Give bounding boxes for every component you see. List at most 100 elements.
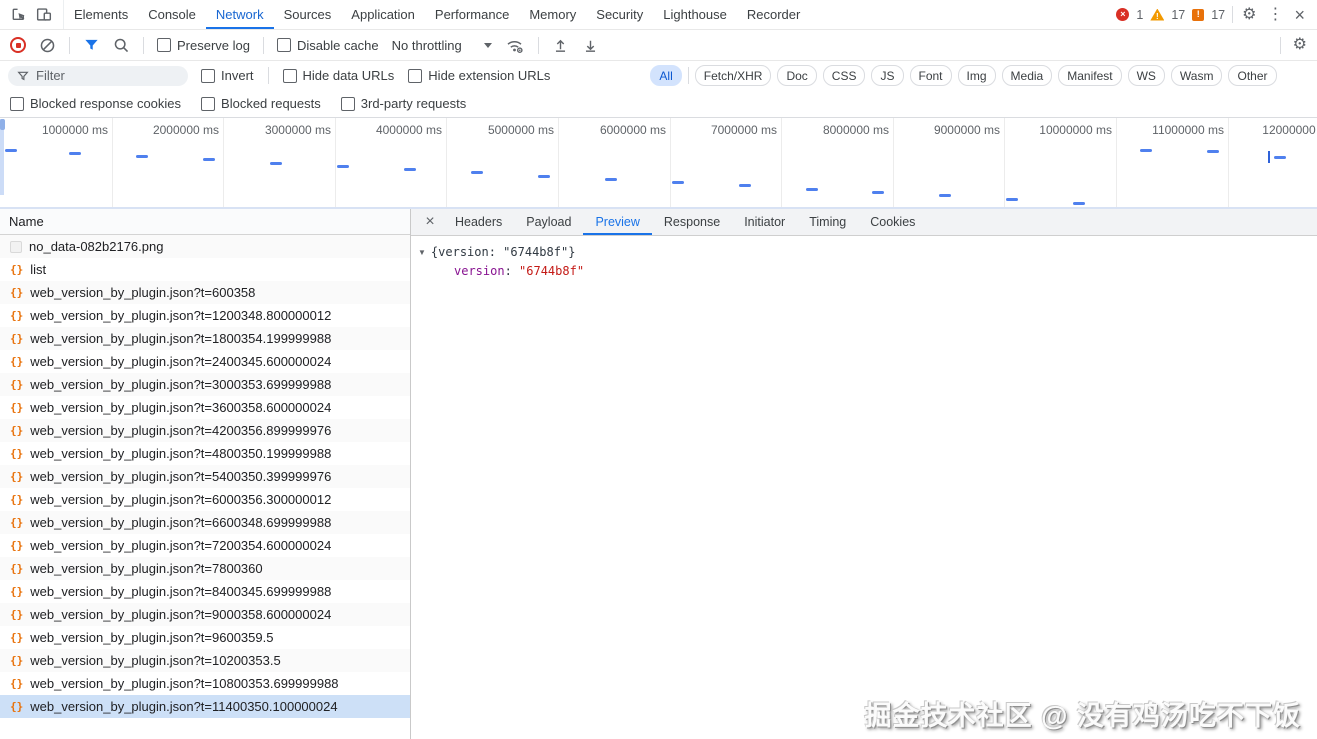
filter-chip-css[interactable]: CSS xyxy=(822,65,866,86)
tab-recorder[interactable]: Recorder xyxy=(737,0,810,29)
request-row[interactable]: {} web_version_by_plugin.json?t=6600348.6… xyxy=(0,511,410,534)
filter-chip-media[interactable]: Media xyxy=(1001,65,1053,86)
filter-chip-manifest[interactable]: Manifest xyxy=(1058,65,1122,86)
blocked-response-cookies-checkbox[interactable] xyxy=(10,96,24,111)
filter-chip-all[interactable]: All xyxy=(650,65,682,86)
toggle-device-toolbar-icon[interactable] xyxy=(35,6,53,23)
filter-chip-other[interactable]: Other xyxy=(1228,65,1277,86)
details-tab-timing[interactable]: Timing xyxy=(797,209,858,235)
request-row[interactable]: {} web_version_by_plugin.json?t=600358 xyxy=(0,281,410,304)
details-tab-preview[interactable]: Preview xyxy=(583,209,651,235)
error-badge-icon[interactable]: × xyxy=(1116,8,1130,21)
tab-sources[interactable]: Sources xyxy=(274,0,342,29)
tab-performance[interactable]: Performance xyxy=(425,0,519,29)
throttling-dropdown[interactable]: No throttling xyxy=(392,38,492,53)
details-tab-payload[interactable]: Payload xyxy=(514,209,583,235)
request-row[interactable]: {} web_version_by_plugin.json?t=1200348.8… xyxy=(0,304,410,327)
request-row[interactable]: no_data-082b2176.png xyxy=(0,235,410,258)
request-row[interactable]: {} web_version_by_plugin.json?t=11400350.… xyxy=(0,695,410,718)
export-har-icon[interactable] xyxy=(582,37,599,54)
search-icon[interactable] xyxy=(113,37,130,54)
name-column-header[interactable]: Name xyxy=(0,209,410,235)
error-count[interactable]: 1 xyxy=(1136,8,1143,22)
filter-chip-wasm[interactable]: Wasm xyxy=(1170,65,1223,86)
filter-chip-js[interactable]: JS xyxy=(871,65,904,86)
preview-property-line[interactable]: version: "6744b8f" xyxy=(418,262,1317,281)
request-row[interactable]: {} web_version_by_plugin.json?t=3000353.6… xyxy=(0,373,410,396)
warning-badge-icon[interactable]: ! xyxy=(1150,8,1165,21)
request-row[interactable]: {} web_version_by_plugin.json?t=10800353.… xyxy=(0,672,410,695)
clear-network-log-icon[interactable] xyxy=(39,37,56,54)
issues-badge-icon[interactable]: ! xyxy=(1192,8,1205,21)
inspect-element-icon[interactable] xyxy=(10,6,27,23)
3rd-party-requests-toggle[interactable]: 3rd-party requests xyxy=(340,96,466,111)
request-row[interactable]: {} web_version_by_plugin.json?t=10200353.… xyxy=(0,649,410,672)
filter-input[interactable]: Filter xyxy=(8,65,188,86)
details-tab-cookies[interactable]: Cookies xyxy=(858,209,927,235)
request-row[interactable]: {} web_version_by_plugin.json?t=9600359.5 xyxy=(0,626,410,649)
hide-data-urls-checkbox[interactable] xyxy=(282,68,297,83)
disable-cache-toggle[interactable]: Disable cache xyxy=(276,38,379,53)
record-network-log-button[interactable] xyxy=(10,37,26,53)
request-row[interactable]: {} web_version_by_plugin.json?t=4200356.8… xyxy=(0,419,410,442)
disable-cache-checkbox[interactable] xyxy=(276,38,291,52)
filter-chip-font[interactable]: Font xyxy=(909,65,952,86)
request-name: list xyxy=(30,262,47,277)
filter-funnel-icon[interactable] xyxy=(83,37,100,53)
more-options-kebab-icon[interactable]: ⋮ xyxy=(1265,6,1285,23)
request-row[interactable]: {} web_version_by_plugin.json?t=7800360 xyxy=(0,557,410,580)
blocked-requests-toggle[interactable]: Blocked requests xyxy=(201,96,321,111)
details-tab-initiator[interactable]: Initiator xyxy=(732,209,797,235)
tab-lighthouse[interactable]: Lighthouse xyxy=(653,0,737,29)
timeline-scrub-track[interactable] xyxy=(0,119,4,195)
preserve-log-checkbox[interactable] xyxy=(157,38,171,52)
invert-checkbox[interactable] xyxy=(201,68,215,83)
preview-root-line[interactable]: ▼ {version: "6744b8f"} xyxy=(418,243,1317,262)
request-row[interactable]: {} web_version_by_plugin.json?t=6000356.3… xyxy=(0,488,410,511)
close-details-icon[interactable]: × xyxy=(417,209,443,235)
hide-extension-urls-toggle[interactable]: Hide extension URLs xyxy=(408,68,550,83)
filter-chip-doc[interactable]: Doc xyxy=(777,65,817,86)
invert-toggle[interactable]: Invert xyxy=(201,68,254,83)
request-row[interactable]: {} web_version_by_plugin.json?t=9000358.6… xyxy=(0,603,410,626)
request-row[interactable]: {} web_version_by_plugin.json?t=2400345.6… xyxy=(0,350,410,373)
blocked-response-cookies-toggle[interactable]: Blocked response cookies xyxy=(10,96,181,111)
blocked-requests-checkbox[interactable] xyxy=(201,96,216,111)
expander-triangle-icon[interactable]: ▼ xyxy=(418,243,426,262)
json-key: version xyxy=(454,264,505,278)
timeline-scrub-handle[interactable] xyxy=(0,119,5,130)
tab-console[interactable]: Console xyxy=(138,0,206,29)
json-value: "6744b8f" xyxy=(519,264,585,278)
hide-extension-urls-checkbox[interactable] xyxy=(408,68,423,83)
network-settings-gear-icon[interactable]: ⚙ xyxy=(1291,37,1309,53)
request-row[interactable]: {} web_version_by_plugin.json?t=4800350.1… xyxy=(0,442,410,465)
request-row[interactable]: {} web_version_by_plugin.json?t=5400350.3… xyxy=(0,465,410,488)
tab-security[interactable]: Security xyxy=(586,0,653,29)
request-row[interactable]: {} web_version_by_plugin.json?t=7200354.6… xyxy=(0,534,410,557)
filter-chip-img[interactable]: Img xyxy=(957,65,996,86)
filter-chip-ws[interactable]: WS xyxy=(1127,65,1165,86)
settings-gear-icon[interactable]: ⚙ xyxy=(1240,6,1258,23)
tab-elements[interactable]: Elements xyxy=(64,0,138,29)
network-conditions-icon[interactable] xyxy=(505,37,525,54)
request-row[interactable]: {} web_version_by_plugin.json?t=8400345.6… xyxy=(0,580,410,603)
hide-data-urls-toggle[interactable]: Hide data URLs xyxy=(282,68,394,83)
network-overview-timeline[interactable]: 1000000 ms 2000000 ms 3000000 ms 4000000 ms… xyxy=(0,118,1317,209)
request-row[interactable]: {} web_version_by_plugin.json?t=3600358.6… xyxy=(0,396,410,419)
request-row[interactable]: {} web_version_by_plugin.json?t=1800354.1… xyxy=(0,327,410,350)
import-har-icon[interactable] xyxy=(552,37,569,54)
preserve-log-toggle[interactable]: Preserve log xyxy=(157,38,250,53)
close-devtools-icon[interactable]: × xyxy=(1292,6,1307,24)
tab-application[interactable]: Application xyxy=(341,0,425,29)
details-tab-headers[interactable]: Headers xyxy=(443,209,514,235)
request-row[interactable]: {} list xyxy=(0,258,410,281)
warning-count[interactable]: 17 xyxy=(1171,8,1185,22)
filter-chip-fetch-xhr[interactable]: Fetch/XHR xyxy=(694,65,772,86)
json-file-icon: {} xyxy=(10,309,24,322)
request-name: no_data-082b2176.png xyxy=(29,239,164,254)
tab-memory[interactable]: Memory xyxy=(519,0,586,29)
details-tab-response[interactable]: Response xyxy=(652,209,732,235)
tab-network[interactable]: Network xyxy=(206,0,274,29)
issues-count[interactable]: 17 xyxy=(1211,8,1225,22)
3rd-party-requests-checkbox[interactable] xyxy=(340,96,355,111)
